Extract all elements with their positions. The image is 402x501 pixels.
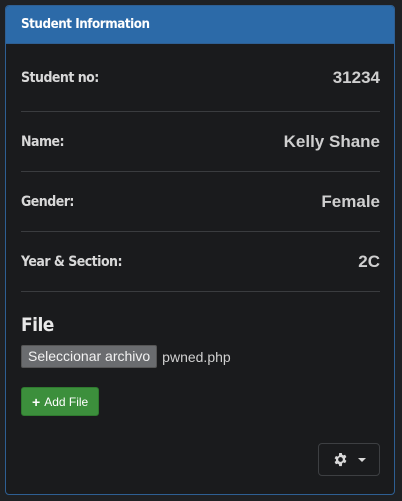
add-file-label: Add File: [44, 394, 89, 409]
name-value: Kelly Shane: [283, 131, 380, 151]
plus-icon: +: [32, 393, 41, 410]
add-file-button[interactable]: + Add File: [21, 387, 100, 416]
student-no-value: 31234: [332, 67, 380, 87]
name-label: Name:: [21, 133, 65, 150]
panel-heading: Student Information: [6, 6, 394, 44]
info-row-name: Name: Kelly Shane: [21, 112, 380, 172]
year-section-value: 2C: [358, 251, 380, 271]
student-information-panel: Student Information Student no: 31234 Na…: [5, 5, 395, 495]
student-no-label: Student no:: [21, 69, 99, 86]
year-section-label: Year & Section:: [21, 253, 123, 270]
gender-value: Female: [321, 191, 380, 211]
file-heading: File: [21, 314, 54, 336]
panel-title: Student Information: [21, 17, 150, 32]
choose-file-button[interactable]: Seleccionar archivo: [21, 345, 158, 368]
info-row-gender: Gender: Female: [21, 172, 380, 232]
settings-dropdown-button[interactable]: [318, 443, 380, 476]
caret-down-icon: [357, 457, 366, 462]
gear-icon: [334, 452, 346, 467]
file-input: Seleccionar archivo pwned.php: [21, 345, 380, 368]
info-row-student-no: Student no: 31234: [21, 44, 380, 112]
gender-label: Gender:: [21, 193, 74, 210]
panel-body: Student no: 31234 Name: Kelly Shane Gend…: [6, 44, 394, 416]
selected-file-name: pwned.php: [162, 348, 231, 365]
info-row-year-section: Year & Section: 2C: [21, 232, 380, 292]
